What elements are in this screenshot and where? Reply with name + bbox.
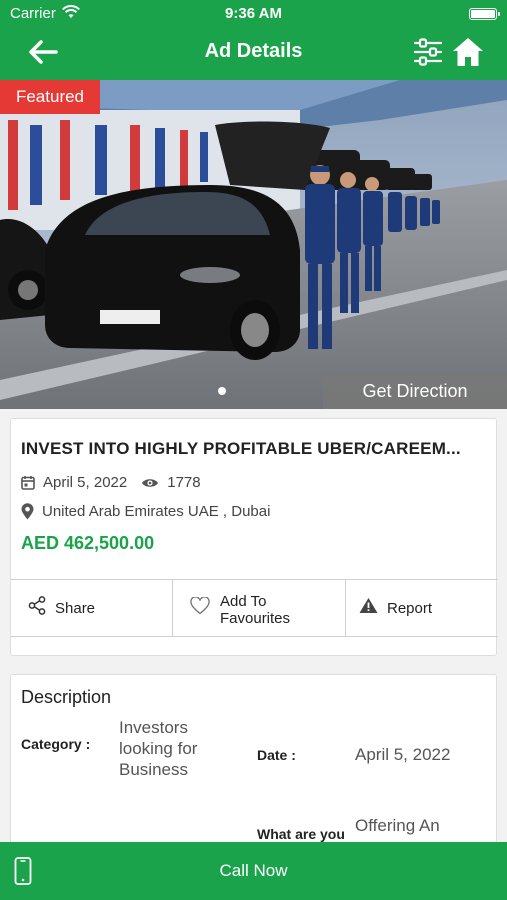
what-are-you-value: Offering An bbox=[355, 816, 440, 835]
category-value-line1: Investors bbox=[119, 718, 188, 737]
share-button[interactable]: Share bbox=[11, 580, 172, 636]
featured-badge: Featured bbox=[0, 80, 100, 114]
ad-image-carousel[interactable]: Featured Get Direction bbox=[0, 80, 507, 409]
ad-actions-bar: Share Add To Favourites Report bbox=[11, 579, 498, 637]
heart-icon bbox=[190, 597, 210, 615]
home-icon[interactable] bbox=[451, 36, 485, 68]
ad-meta-row: April 5, 2022 1778 bbox=[21, 474, 201, 491]
description-card: Description Category : Investors looking… bbox=[10, 674, 497, 854]
get-direction-button[interactable]: Get Direction bbox=[323, 373, 507, 409]
carousel-page-indicator[interactable] bbox=[218, 387, 226, 395]
location-pin-icon bbox=[21, 503, 34, 520]
call-now-label: Call Now bbox=[219, 861, 288, 880]
share-icon bbox=[28, 596, 46, 615]
ad-title: INVEST INTO HIGHLY PROFITABLE UBER/CAREE… bbox=[21, 439, 461, 458]
filter-sliders-icon[interactable] bbox=[412, 36, 444, 68]
status-bar: Carrier 9:36 AM bbox=[0, 0, 507, 28]
app-header: Carrier 9:36 AM Ad Details bbox=[0, 0, 507, 80]
calendar-icon bbox=[21, 476, 35, 490]
ad-price: AED 462,500.00 bbox=[21, 533, 155, 553]
add-to-favourites-button[interactable]: Add To Favourites bbox=[172, 580, 345, 636]
category-value-line2: looking for bbox=[119, 739, 198, 758]
call-now-button[interactable]: Call Now bbox=[0, 842, 507, 900]
battery-icon bbox=[469, 8, 500, 20]
description-heading: Description bbox=[21, 687, 112, 707]
ad-location-row: United Arab Emirates UAE , Dubai bbox=[21, 503, 270, 520]
report-label: Report bbox=[387, 600, 433, 617]
warning-icon bbox=[359, 598, 378, 613]
eye-icon bbox=[142, 478, 159, 487]
report-button[interactable]: Report bbox=[345, 580, 498, 636]
category-label: Category : bbox=[21, 736, 91, 752]
ad-date: April 5, 2022 bbox=[43, 474, 128, 491]
ad-photo bbox=[0, 80, 507, 409]
share-label: Share bbox=[55, 600, 96, 617]
date-label: Date : bbox=[257, 747, 296, 763]
what-are-you-label: What are you bbox=[257, 826, 345, 842]
date-value: April 5, 2022 bbox=[355, 745, 451, 764]
favourites-label-line1: Add To bbox=[220, 593, 267, 610]
favourites-label-line2: Favourites bbox=[220, 610, 291, 627]
ad-info-card: INVEST INTO HIGHLY PROFITABLE UBER/CAREE… bbox=[10, 418, 498, 656]
clock: 9:36 AM bbox=[225, 5, 282, 22]
ad-location: United Arab Emirates UAE , Dubai bbox=[42, 503, 271, 520]
ad-views-count: 1778 bbox=[167, 474, 201, 491]
category-value-line3: Business bbox=[119, 760, 188, 779]
